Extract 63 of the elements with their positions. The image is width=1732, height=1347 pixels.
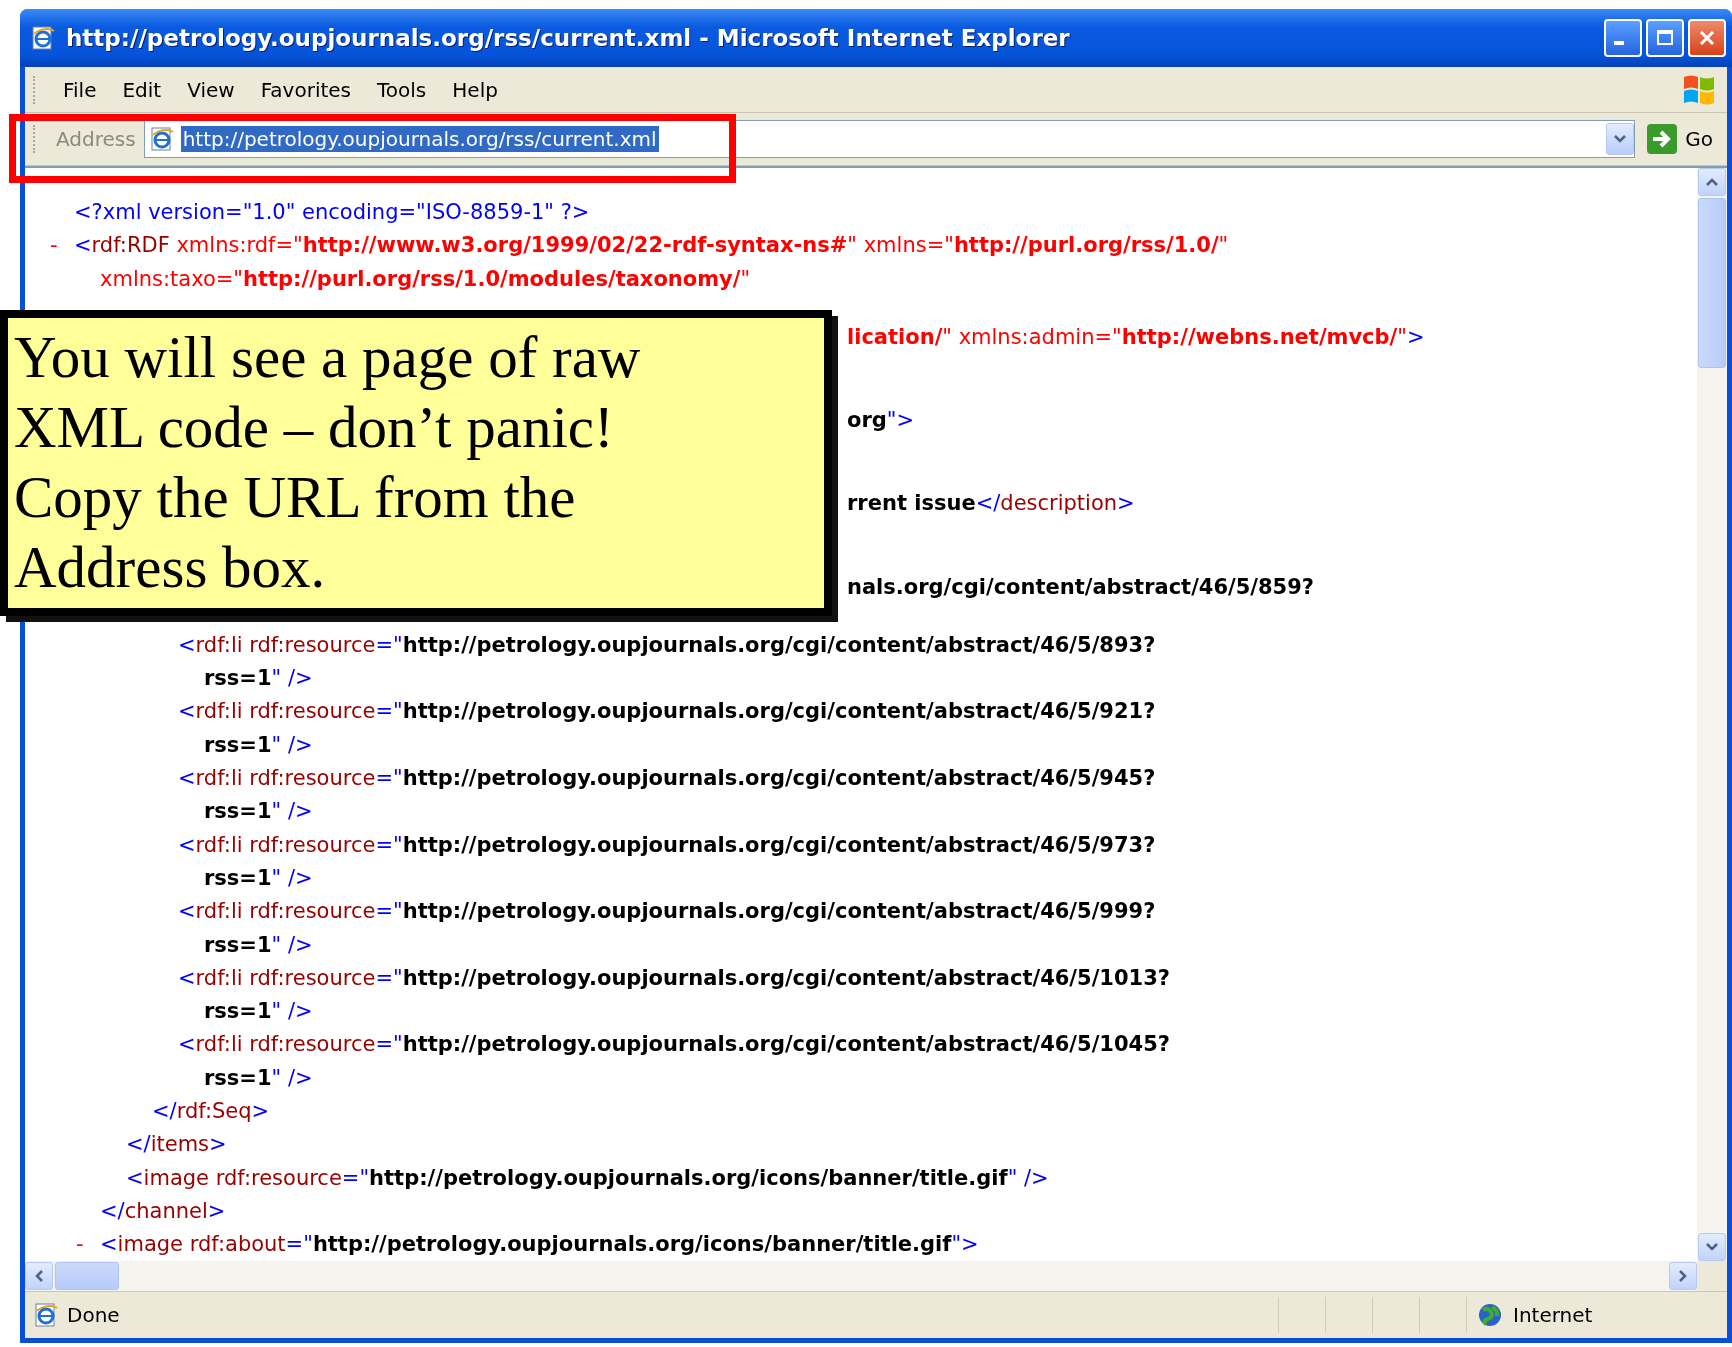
menu-item[interactable]: Help bbox=[439, 73, 511, 106]
collapse-toggle[interactable]: - bbox=[50, 229, 74, 263]
globe-icon bbox=[1477, 1302, 1503, 1328]
menu-item[interactable]: Edit bbox=[109, 73, 175, 106]
menu-item[interactable]: Favorites bbox=[247, 73, 364, 106]
xml-line: </rdf:Seq> bbox=[151, 1098, 271, 1126]
xml-line: rss=1" /> bbox=[203, 798, 314, 826]
xml-line: rss=1" /> bbox=[203, 864, 314, 892]
address-field[interactable]: http://petrology.oupjournals.org/rss/current.xml bbox=[143, 120, 1636, 158]
chevron-left-icon bbox=[34, 1269, 44, 1283]
xml-line: <rdf:li rdf:resource="http://petrology.oupjournals.org/cgi/content/abstract/46/5/921? bbox=[177, 698, 1157, 726]
page-icon bbox=[33, 1302, 59, 1328]
xml-line: - <image rdf:about="http://petrology.oupjournals.org/icons/banner/title.gif"> bbox=[25, 1228, 1697, 1261]
window-title: http://petrology.oupjournals.org/rss/current.xml - Microsoft Internet Explorer bbox=[66, 25, 1071, 51]
chevron-down-icon bbox=[1705, 1242, 1719, 1252]
close-button[interactable] bbox=[1688, 19, 1726, 57]
arrow-right-icon bbox=[1647, 124, 1678, 154]
chevron-down-icon bbox=[1613, 134, 1628, 144]
page-icon bbox=[30, 25, 56, 51]
scroll-left-button[interactable] bbox=[25, 1262, 53, 1290]
minimize-icon bbox=[1614, 41, 1624, 45]
xml-line: - <rdf:RDF xmlns:rdf="http://www.w3.org/1999/02/22-rdf-syntax-ns#" xmlns="http://purl.org/rss/1.0/" bbox=[25, 229, 1697, 263]
xml-line: lication/" xmlns:admin="http://webns.net/mvcb/"> bbox=[847, 323, 1426, 351]
xml-line: </channel> bbox=[99, 1197, 227, 1225]
zone-text: Internet bbox=[1513, 1303, 1593, 1327]
scroll-up-button[interactable] bbox=[1698, 168, 1726, 196]
xml-line: <rdf:li rdf:resource="http://petrology.oupjournals.org/cgi/content/abstract/46/5/893? bbox=[177, 631, 1157, 659]
menu-item[interactable]: Tools bbox=[364, 73, 440, 106]
xml-line: rss=1" /> bbox=[203, 1064, 314, 1092]
scrollbar-thumb[interactable] bbox=[55, 1262, 119, 1290]
xml-line: rss=1" /> bbox=[203, 998, 314, 1026]
scrollbar-thumb[interactable] bbox=[1698, 198, 1726, 368]
xml-line: <rdf:li rdf:resource="http://petrology.oupjournals.org/cgi/content/abstract/46/5/999? bbox=[177, 898, 1157, 926]
xml-line: <rdf:li rdf:resource="http://petrology.oupjournals.org/cgi/content/abstract/46/5/945? bbox=[177, 765, 1157, 793]
maximize-button[interactable] bbox=[1646, 19, 1684, 57]
address-label: Address bbox=[56, 127, 136, 151]
minimize-button[interactable] bbox=[1604, 19, 1642, 57]
xml-line: org"> bbox=[847, 407, 916, 435]
xml-line: nals.org/cgi/content/abstract/46/5/859? bbox=[847, 573, 1315, 601]
xml-line: rrent issue</description> bbox=[847, 490, 1136, 518]
page-icon bbox=[148, 126, 175, 152]
chevron-right-icon bbox=[1678, 1269, 1688, 1283]
scroll-down-button[interactable] bbox=[1698, 1233, 1726, 1261]
maximize-icon bbox=[1656, 29, 1674, 47]
xml-line: <image rdf:resource="http://petrology.oupjournals.org/icons/banner/title.gif" /> bbox=[125, 1164, 1050, 1192]
dropdown-button[interactable] bbox=[1606, 123, 1635, 155]
menu-item[interactable]: View bbox=[174, 73, 248, 106]
xml-line: <?xml version="1.0" encoding="ISO-8859-1" ?> bbox=[73, 199, 591, 226]
xml-line: rss=1" /> bbox=[203, 731, 314, 759]
xml-line: rss=1" /> bbox=[203, 931, 314, 959]
xml-line: </items> bbox=[125, 1131, 228, 1159]
chevron-up-icon bbox=[1705, 177, 1719, 187]
xml-line: xmlns:taxo="http://purl.org/rss/1.0/modules/taxonomy/" bbox=[99, 265, 752, 293]
xml-line: <rdf:li rdf:resource="http://petrology.oupjournals.org/cgi/content/abstract/46/5/973? bbox=[177, 831, 1157, 859]
xml-line: rss=1" /> bbox=[203, 665, 314, 693]
xml-line: <rdf:li rdf:resource="http://petrology.oupjournals.org/cgi/content/abstract/46/5/1013? bbox=[177, 964, 1171, 992]
scroll-right-button[interactable] bbox=[1669, 1262, 1697, 1290]
menu-item[interactable]: File bbox=[50, 73, 110, 106]
status-text: Done bbox=[67, 1303, 121, 1327]
collapse-toggle[interactable]: - bbox=[76, 1228, 100, 1261]
close-icon bbox=[1698, 29, 1716, 47]
xml-line: <rdf:li rdf:resource="http://petrology.oupjournals.org/cgi/content/abstract/46/5/1045? bbox=[177, 1031, 1171, 1059]
go-button[interactable]: Go bbox=[1641, 124, 1727, 154]
